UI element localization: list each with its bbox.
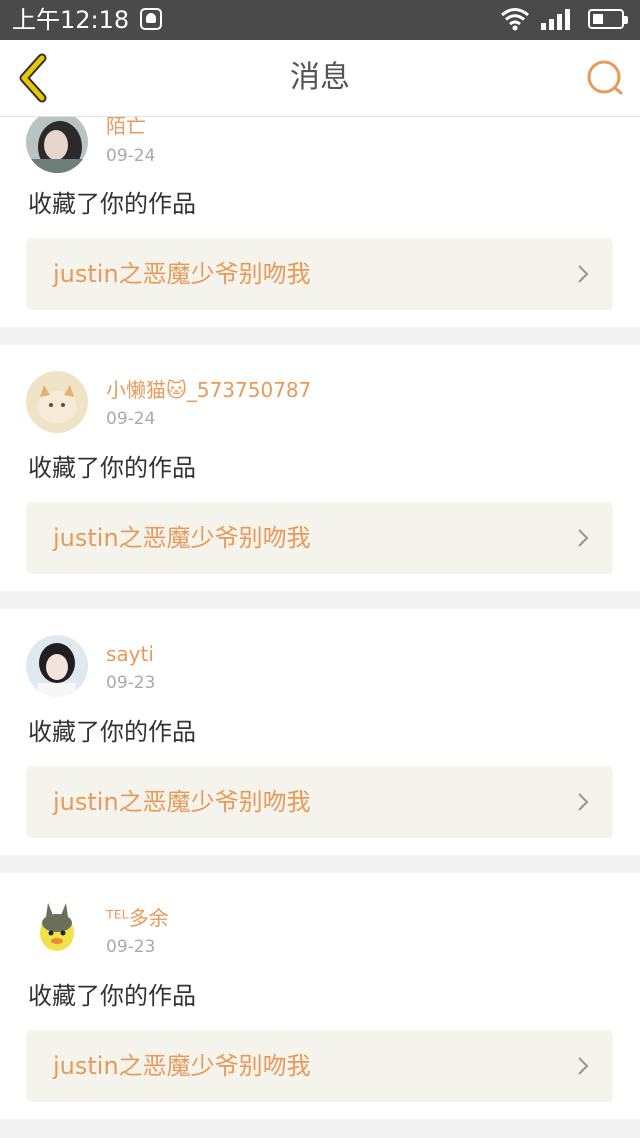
action-text: 收藏了你的作品 [28,718,196,746]
work-link[interactable]: justin之恶魔少爷别吻我 [26,238,613,310]
timestamp: 09-24 [106,409,156,429]
username[interactable]: sayti [106,641,154,667]
action-text: 收藏了你的作品 [28,190,196,218]
avatar[interactable] [26,117,88,173]
work-title: justin之恶魔少爷别吻我 [53,524,311,552]
username[interactable]: 陌亡 [106,117,146,139]
page-title: 消息 [290,60,350,95]
notification-card: ᵀᴱᴸ多余 09-23 收藏了你的作品 justin之恶魔少爷别吻我 [0,873,640,1119]
notification-card: 小懒猫🐱_573750787 09-24 收藏了你的作品 justin之恶魔少爷… [0,345,640,591]
work-title: justin之恶魔少爷别吻我 [53,260,311,288]
timestamp: 09-23 [106,673,156,693]
chevron-right-icon [578,265,589,283]
top-app-bar: 消息 [0,40,640,117]
chevron-right-icon [578,793,589,811]
work-link[interactable]: justin之恶魔少爷别吻我 [26,766,613,838]
avatar[interactable] [26,371,88,433]
wifi-icon [501,8,529,31]
chevron-right-icon [578,1057,589,1075]
work-title: justin之恶魔少爷别吻我 [53,788,311,816]
notification-card: sayti 09-23 收藏了你的作品 justin之恶魔少爷别吻我 [0,609,640,855]
search-icon [587,60,623,95]
avatar[interactable] [26,899,88,961]
signal-icon [541,9,570,30]
battery-icon [588,9,628,29]
search-button[interactable] [584,56,628,100]
work-link[interactable]: justin之恶魔少爷别吻我 [26,1030,613,1102]
status-bar: 上午12:18 [0,0,640,40]
work-link[interactable]: justin之恶魔少爷别吻我 [26,502,613,574]
username[interactable]: 小懒猫🐱_573750787 [106,377,311,403]
notification-icon [140,8,162,30]
status-time: 上午12:18 [12,6,130,34]
chevron-right-icon [578,529,589,547]
timestamp: 09-23 [106,937,156,957]
timestamp: 09-24 [106,146,156,166]
action-text: 收藏了你的作品 [28,982,196,1010]
avatar[interactable] [26,635,88,697]
work-title: justin之恶魔少爷别吻我 [53,1052,311,1080]
action-text: 收藏了你的作品 [28,454,196,482]
notification-list: 陌亡 09-24 收藏了你的作品 justin之恶魔少爷别吻我 小懒猫🐱_573… [0,117,640,1119]
notification-card: 陌亡 09-24 收藏了你的作品 justin之恶魔少爷别吻我 [0,117,640,327]
username[interactable]: ᵀᴱᴸ多余 [106,905,169,931]
